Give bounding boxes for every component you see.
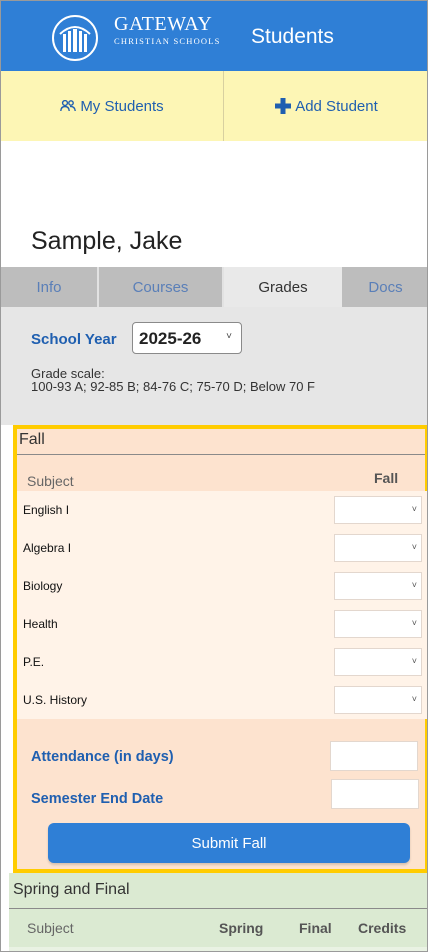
add-student-label: Add Student: [295, 97, 378, 115]
student-tabs: Info Courses Grades Docs: [1, 267, 427, 307]
table-row: Biology ˅: [17, 567, 427, 605]
table-row: U.S. History ˅: [17, 681, 427, 719]
column-header-fall: Fall: [374, 470, 399, 486]
tab-grades[interactable]: Grades: [224, 267, 342, 307]
gateway-logo-icon: [52, 15, 98, 61]
tab-courses[interactable]: Courses: [99, 267, 224, 307]
chevron-down-icon: ˅: [411, 618, 417, 628]
divider: [17, 454, 425, 455]
semester-end-date-input[interactable]: [331, 779, 419, 809]
subject-name: P.E.: [23, 655, 45, 669]
my-students-label: My Students: [80, 97, 164, 115]
column-header-subject: Subject: [27, 920, 74, 936]
attendance-input[interactable]: [330, 741, 418, 771]
brand-name: GATEWAY: [114, 13, 213, 35]
column-header-final: Final: [299, 920, 332, 936]
fall-title: Fall: [19, 431, 45, 448]
users-icon: [60, 100, 77, 112]
brand-subtitle: CHRISTIAN SCHOOLS: [114, 36, 221, 46]
subject-name: English I: [23, 503, 70, 517]
page-title: Students: [251, 25, 334, 48]
subject-name: Health: [23, 617, 58, 631]
school-year-value: 2025-26: [139, 329, 202, 348]
grade-select[interactable]: ˅: [334, 496, 422, 524]
subject-name: U.S. History: [23, 693, 88, 707]
student-name: Sample, Jake: [31, 227, 183, 255]
grade-select[interactable]: ˅: [334, 610, 422, 638]
submit-fall-button[interactable]: Submit Fall: [48, 823, 410, 863]
plus-icon: [275, 98, 292, 114]
spring-row-area: [9, 947, 427, 951]
subject-name: Biology: [23, 579, 63, 593]
student-nav: My Students Add Student: [1, 71, 427, 141]
grade-scale-text: 100-93 A; 92-85 B; 84-76 C; 75-70 D; Bel…: [31, 379, 316, 394]
subject-name: Algebra I: [23, 541, 72, 555]
table-row: P.E. ˅: [17, 643, 427, 681]
my-students-button[interactable]: My Students: [1, 71, 224, 141]
fall-grades-panel: Fall Subject Fall English I ˅ Algebra I …: [13, 425, 427, 873]
attendance-label: Attendance (in days): [31, 749, 174, 765]
tab-info[interactable]: Info: [1, 267, 99, 307]
fall-subject-rows: English I ˅ Algebra I ˅ Biology ˅ Health…: [17, 491, 427, 719]
divider: [9, 908, 427, 909]
table-row: Algebra I ˅: [17, 529, 427, 567]
school-year-select[interactable]: 2025-26 ˅: [132, 322, 242, 354]
chevron-down-icon: ˅: [226, 331, 232, 342]
tab-docs[interactable]: Docs: [342, 267, 427, 307]
chevron-down-icon: ˅: [411, 656, 417, 666]
app-frame: GATEWAY CHRISTIAN SCHOOLS Students My St…: [0, 0, 428, 952]
grade-scale: Grade scale: 100-93 A; 92-85 B; 84-76 C;…: [31, 367, 381, 413]
grade-select[interactable]: ˅: [334, 572, 422, 600]
chevron-down-icon: ˅: [411, 694, 417, 704]
spring-title: Spring and Final: [13, 881, 130, 898]
chevron-down-icon: ˅: [411, 504, 417, 514]
column-header-spring: Spring: [219, 920, 264, 936]
spring-final-panel: Spring and Final Subject Spring Final Cr…: [9, 873, 427, 951]
semester-end-date-label: Semester End Date: [31, 791, 164, 807]
brand: GATEWAY CHRISTIAN SCHOOLS: [114, 13, 221, 46]
grade-select[interactable]: ˅: [334, 648, 422, 676]
school-year-section: School Year 2025-26 ˅ Grade scale: 100-9…: [1, 307, 427, 425]
chevron-down-icon: ˅: [411, 542, 417, 552]
add-student-button[interactable]: Add Student: [224, 71, 427, 141]
table-row: English I ˅: [17, 491, 427, 529]
grade-select[interactable]: ˅: [334, 534, 422, 562]
column-header-subject: Subject: [27, 473, 74, 489]
grade-select[interactable]: ˅: [334, 686, 422, 714]
school-year-label: School Year: [31, 331, 117, 348]
table-row: Health ˅: [17, 605, 427, 643]
app-header: GATEWAY CHRISTIAN SCHOOLS Students: [1, 1, 427, 71]
chevron-down-icon: ˅: [411, 580, 417, 590]
column-header-credits: Credits: [358, 920, 407, 936]
